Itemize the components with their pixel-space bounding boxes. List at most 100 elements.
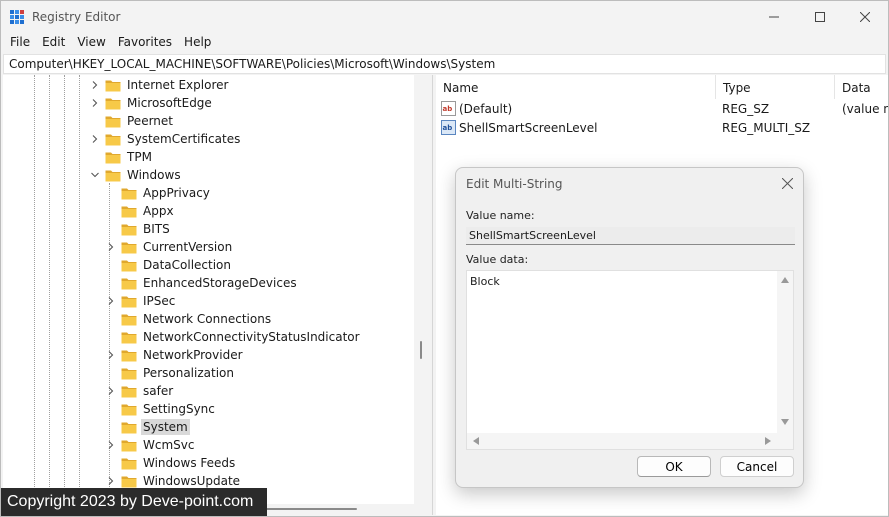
close-button[interactable]	[842, 1, 888, 33]
menu-help[interactable]: Help	[178, 33, 217, 53]
minimize-button[interactable]	[751, 1, 797, 33]
tree-node-appx[interactable]: Appx	[105, 202, 176, 220]
tree-node-label: SystemCertificates	[127, 132, 241, 146]
tree-guide-line	[79, 75, 80, 505]
divider	[432, 75, 433, 515]
svg-text:ab: ab	[443, 105, 453, 113]
textarea-horizontal-scrollbar[interactable]	[467, 433, 779, 449]
value-name-field: ShellSmartScreenLevel	[466, 227, 795, 245]
menu-view[interactable]: View	[71, 33, 111, 53]
tree-node-ipsec[interactable]: IPSec	[105, 292, 177, 310]
chevron-right-icon[interactable]	[105, 241, 117, 253]
ok-button[interactable]: OK	[637, 456, 711, 477]
chevron-right-icon[interactable]	[89, 79, 101, 91]
tree-node-label: CurrentVersion	[143, 240, 233, 254]
folder-icon	[121, 332, 137, 343]
edit-multi-string-dialog: Edit Multi-String Value name: ShellSmart…	[455, 167, 804, 488]
tree-node-safer[interactable]: safer	[105, 382, 175, 400]
folder-icon	[121, 206, 137, 217]
chevron-right-icon[interactable]	[105, 349, 117, 361]
title-bar[interactable]: Registry Editor	[1, 1, 888, 33]
value-name: (Default)	[459, 102, 513, 116]
scroll-left-arrow-icon[interactable]	[473, 437, 479, 445]
column-header-name[interactable]: Name	[436, 75, 716, 99]
value-row[interactable]: ab (Default) REG_SZ (value not set)	[436, 100, 888, 119]
tree-node-networkconnectivitystatusindicator[interactable]: NetworkConnectivityStatusIndicator	[105, 328, 362, 346]
chevron-right-icon[interactable]	[105, 439, 117, 451]
menu-file[interactable]: File	[4, 33, 36, 53]
value-data-textarea[interactable]: Block	[466, 270, 794, 450]
folder-icon	[121, 458, 137, 469]
minimize-icon	[769, 16, 779, 18]
folder-icon	[121, 278, 137, 289]
tree-node-system[interactable]: System	[105, 418, 190, 436]
dialog-title: Edit Multi-String	[466, 177, 563, 191]
tree-guide-line	[64, 75, 65, 505]
tree-node-label: BITS	[143, 222, 170, 236]
chevron-right-icon[interactable]	[89, 133, 101, 145]
tree-node-label: Network Connections	[143, 312, 272, 326]
folder-icon	[105, 170, 121, 181]
tree-node-label: SettingSync	[143, 402, 215, 416]
chevron-right-icon[interactable]	[105, 295, 117, 307]
scrollbar-thumb[interactable]	[253, 508, 357, 510]
tree-node-label: Windows	[127, 168, 181, 182]
tree-node-personalization[interactable]: Personalization	[105, 364, 236, 382]
tree-node-bits[interactable]: BITS	[105, 220, 172, 238]
scroll-down-arrow-icon[interactable]	[781, 419, 789, 425]
folder-icon	[121, 476, 137, 487]
dialog-close-button[interactable]	[777, 173, 797, 193]
tree-node-datacollection[interactable]: DataCollection	[105, 256, 233, 274]
registry-editor-icon	[10, 10, 24, 24]
tree-node-label: WindowsUpdate	[143, 474, 241, 488]
column-header-data[interactable]: Data	[835, 75, 888, 99]
tree-node-internet-explorer[interactable]: Internet Explorer	[89, 76, 230, 94]
splitter-grip[interactable]	[420, 341, 422, 359]
textarea-vertical-scrollbar[interactable]	[777, 271, 793, 434]
value-data-label: Value data:	[466, 253, 529, 266]
tree-node-networkprovider[interactable]: NetworkProvider	[105, 346, 245, 364]
window-title: Registry Editor	[32, 10, 121, 24]
menu-favorites[interactable]: Favorites	[112, 33, 178, 53]
column-header-type[interactable]: Type	[716, 75, 835, 99]
tree-node-systemcertificates[interactable]: SystemCertificates	[89, 130, 242, 148]
tree-node-network-connections[interactable]: Network Connections	[105, 310, 273, 328]
folder-icon	[121, 188, 137, 199]
chevron-right-icon[interactable]	[105, 385, 117, 397]
value-row[interactable]: ab ShellSmartScreenLevel REG_MULTI_SZ	[436, 119, 888, 138]
tree-node-label: System	[141, 419, 190, 435]
scroll-up-arrow-icon[interactable]	[781, 277, 789, 283]
maximize-button[interactable]	[797, 1, 843, 33]
copyright-watermark: Copyright 2023 by Deve-point.com	[1, 488, 267, 516]
scroll-right-arrow-icon[interactable]	[765, 437, 771, 445]
tree-node-windows[interactable]: Windows	[89, 166, 183, 184]
tree-node-label: NetworkConnectivityStatusIndicator	[143, 330, 360, 344]
tree-node-label: Windows Feeds	[143, 456, 236, 470]
chevron-right-icon[interactable]	[105, 475, 117, 487]
tree-node-currentversion[interactable]: CurrentVersion	[105, 238, 234, 256]
chevron-down-icon[interactable]	[89, 169, 101, 181]
folder-icon	[121, 368, 137, 379]
tree-node-windows-feeds[interactable]: Windows Feeds	[105, 454, 237, 472]
tree-node-appprivacy[interactable]: AppPrivacy	[105, 184, 212, 202]
tree-guide-line	[49, 75, 50, 505]
tree-node-wcmsvc[interactable]: WcmSvc	[105, 436, 196, 454]
tree-node-peernet[interactable]: Peernet	[89, 112, 175, 130]
address-bar[interactable]: Computer\HKEY_LOCAL_MACHINE\SOFTWARE\Pol…	[3, 54, 886, 74]
tree-node-tpm[interactable]: TPM	[89, 148, 154, 166]
tree-node-enhancedstoragedevices[interactable]: EnhancedStorageDevices	[105, 274, 299, 292]
menu-edit[interactable]: Edit	[36, 33, 71, 53]
tree-node-settingsync[interactable]: SettingSync	[105, 400, 217, 418]
tree-node-label: WcmSvc	[143, 438, 195, 452]
tree-node-microsoftedge[interactable]: MicrosoftEdge	[89, 94, 214, 112]
value-name: ShellSmartScreenLevel	[459, 121, 598, 135]
chevron-right-icon[interactable]	[89, 97, 101, 109]
pane-splitter[interactable]	[414, 75, 434, 515]
folder-icon	[105, 80, 121, 91]
tree-node-label: Personalization	[143, 366, 234, 380]
key-tree[interactable]: Internet Explorer MicrosoftEdge Peernet Sys…	[3, 75, 414, 505]
cancel-button[interactable]: Cancel	[720, 456, 794, 477]
